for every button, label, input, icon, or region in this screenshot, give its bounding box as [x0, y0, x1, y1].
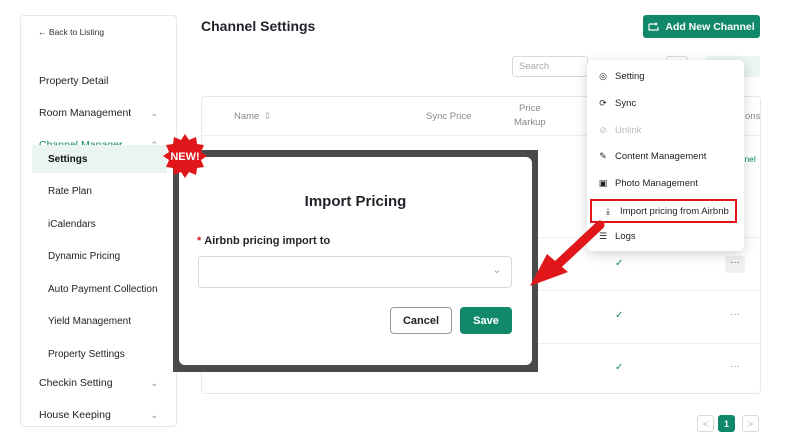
column-header-sync-price: Sync Price	[426, 110, 472, 122]
pagination-prev-button[interactable]: <	[697, 415, 714, 432]
menu-item-logs[interactable]: ☰ Logs	[587, 224, 744, 248]
channel-actions-menu: ◎ Setting ⟳ Sync ⊘ Unlink ✎ Content Mana…	[587, 60, 744, 251]
back-to-listing-link[interactable]: ← Back to Listing	[38, 27, 104, 37]
row-actions-button[interactable]: ···	[725, 256, 745, 273]
import-pricing-modal: Import Pricing * Airbnb pricing import to…	[179, 157, 532, 365]
sidebar-subitem-auto-payment-collection[interactable]: Auto Payment Collection	[32, 275, 167, 303]
menu-item-photo-management[interactable]: ▣ Photo Management	[587, 171, 744, 195]
sidebar-subitem-yield-management[interactable]: Yield Management	[32, 307, 167, 335]
airbnb-import-label: * Airbnb pricing import to	[197, 235, 330, 247]
sidebar-subitem-label: Settings	[48, 153, 88, 165]
modal-title: Import Pricing	[304, 193, 407, 210]
edit-icon: ✎	[599, 150, 607, 161]
chevron-down-icon: ⌄	[150, 409, 158, 420]
sort-icon[interactable]: ⇕	[263, 111, 271, 122]
menu-item-sync[interactable]: ⟳ Sync	[587, 91, 744, 115]
menu-item-label: Content Management	[615, 150, 707, 162]
logs-icon: ☰	[598, 230, 608, 241]
check-icon: ✓	[615, 362, 624, 373]
sidebar-item-property-detail[interactable]: Property Detail	[21, 66, 176, 96]
sidebar-subitem-settings[interactable]: Settings	[32, 145, 167, 173]
menu-item-label: Setting	[615, 70, 645, 82]
column-header-label: Name	[234, 110, 260, 122]
menu-item-content-management[interactable]: ✎ Content Management	[587, 144, 744, 168]
menu-item-label: Sync	[615, 97, 637, 109]
menu-item-label: Photo Management	[615, 177, 698, 189]
sidebar-item-label: Property Detail	[39, 75, 109, 87]
sidebar-subitem-label: Rate Plan	[48, 185, 92, 197]
sidebar-item-checkin-setting[interactable]: Checkin Setting ⌄	[21, 368, 176, 398]
menu-item-setting[interactable]: ◎ Setting	[587, 64, 744, 88]
sidebar-subitem-rate-plan[interactable]: Rate Plan	[32, 177, 167, 205]
chevron-down-icon: ⌄	[150, 107, 158, 118]
sidebar-subitem-label: iCalendars	[48, 218, 96, 230]
sidebar-subitem-dynamic-pricing[interactable]: Dynamic Pricing	[32, 242, 167, 270]
column-header-actions: ons	[745, 110, 761, 122]
pagination-page-1[interactable]: 1	[718, 415, 735, 432]
save-button[interactable]: Save	[460, 307, 512, 334]
add-channel-icon	[648, 22, 659, 31]
required-marker: *	[197, 235, 202, 247]
menu-item-label: Logs	[615, 230, 636, 242]
column-header-price-markup: Price Markup	[514, 97, 546, 135]
search-input[interactable]: Search	[512, 56, 588, 77]
sidebar-item-room-management[interactable]: Room Management ⌄	[21, 98, 176, 128]
cancel-button[interactable]: Cancel	[390, 307, 452, 334]
column-header-label: Price	[519, 103, 541, 114]
new-badge-text: NEW!	[170, 151, 199, 163]
column-header-name[interactable]: Name ⇕	[234, 97, 271, 135]
menu-item-label: Unlink	[615, 124, 642, 136]
sidebar-subitem-property-settings[interactable]: Property Settings	[32, 340, 167, 368]
row-actions-button[interactable]: ···	[730, 309, 740, 320]
sidebar-subitem-label: Dynamic Pricing	[48, 250, 121, 262]
airbnb-import-label-text: Airbnb pricing import to	[204, 235, 331, 247]
check-icon: ✓	[615, 310, 624, 321]
sidebar-item-label: Room Management	[39, 107, 132, 119]
sidebar-item-label: Checkin Setting	[39, 377, 113, 389]
add-new-channel-label: Add New Channel	[665, 20, 755, 33]
sidebar-item-house-keeping[interactable]: House Keeping ⌄	[21, 400, 176, 426]
image-icon: ▣	[598, 177, 608, 188]
import-icon: ⤓	[606, 205, 610, 216]
chevron-down-icon: ⌄	[150, 377, 158, 388]
sidebar-subitem-label: Yield Management	[48, 315, 132, 327]
menu-item-unlink[interactable]: ⊘ Unlink	[587, 118, 744, 142]
menu-item-label: Import pricing from Airbnb	[620, 205, 729, 217]
sidebar-item-label: House Keeping	[39, 409, 111, 421]
menu-item-import-pricing-from-airbnb[interactable]: ⤓ Import pricing from Airbnb	[590, 199, 737, 223]
pagination-next-button[interactable]: >	[742, 415, 759, 432]
check-icon: ✓	[615, 258, 624, 269]
sidebar: ← Back to Listing Property Detail Room M…	[20, 15, 177, 427]
sidebar-subitem-label: Auto Payment Collection	[48, 283, 158, 295]
chevron-down-icon: ⌄	[492, 265, 501, 276]
add-new-channel-button[interactable]: Add New Channel	[643, 15, 760, 38]
setting-icon: ◎	[599, 70, 607, 81]
airbnb-import-select[interactable]: ⌄	[198, 256, 512, 288]
page-title: Channel Settings	[201, 18, 316, 34]
sidebar-subitem-label: Property Settings	[48, 348, 125, 360]
sync-icon: ⟳	[599, 97, 607, 108]
column-header-label: Markup	[514, 117, 546, 128]
row-actions-button[interactable]: ···	[730, 361, 740, 372]
unlink-icon: ⊘	[599, 124, 607, 135]
sidebar-subitem-icalendars[interactable]: iCalendars	[32, 210, 167, 238]
new-badge: NEW!	[163, 134, 207, 178]
